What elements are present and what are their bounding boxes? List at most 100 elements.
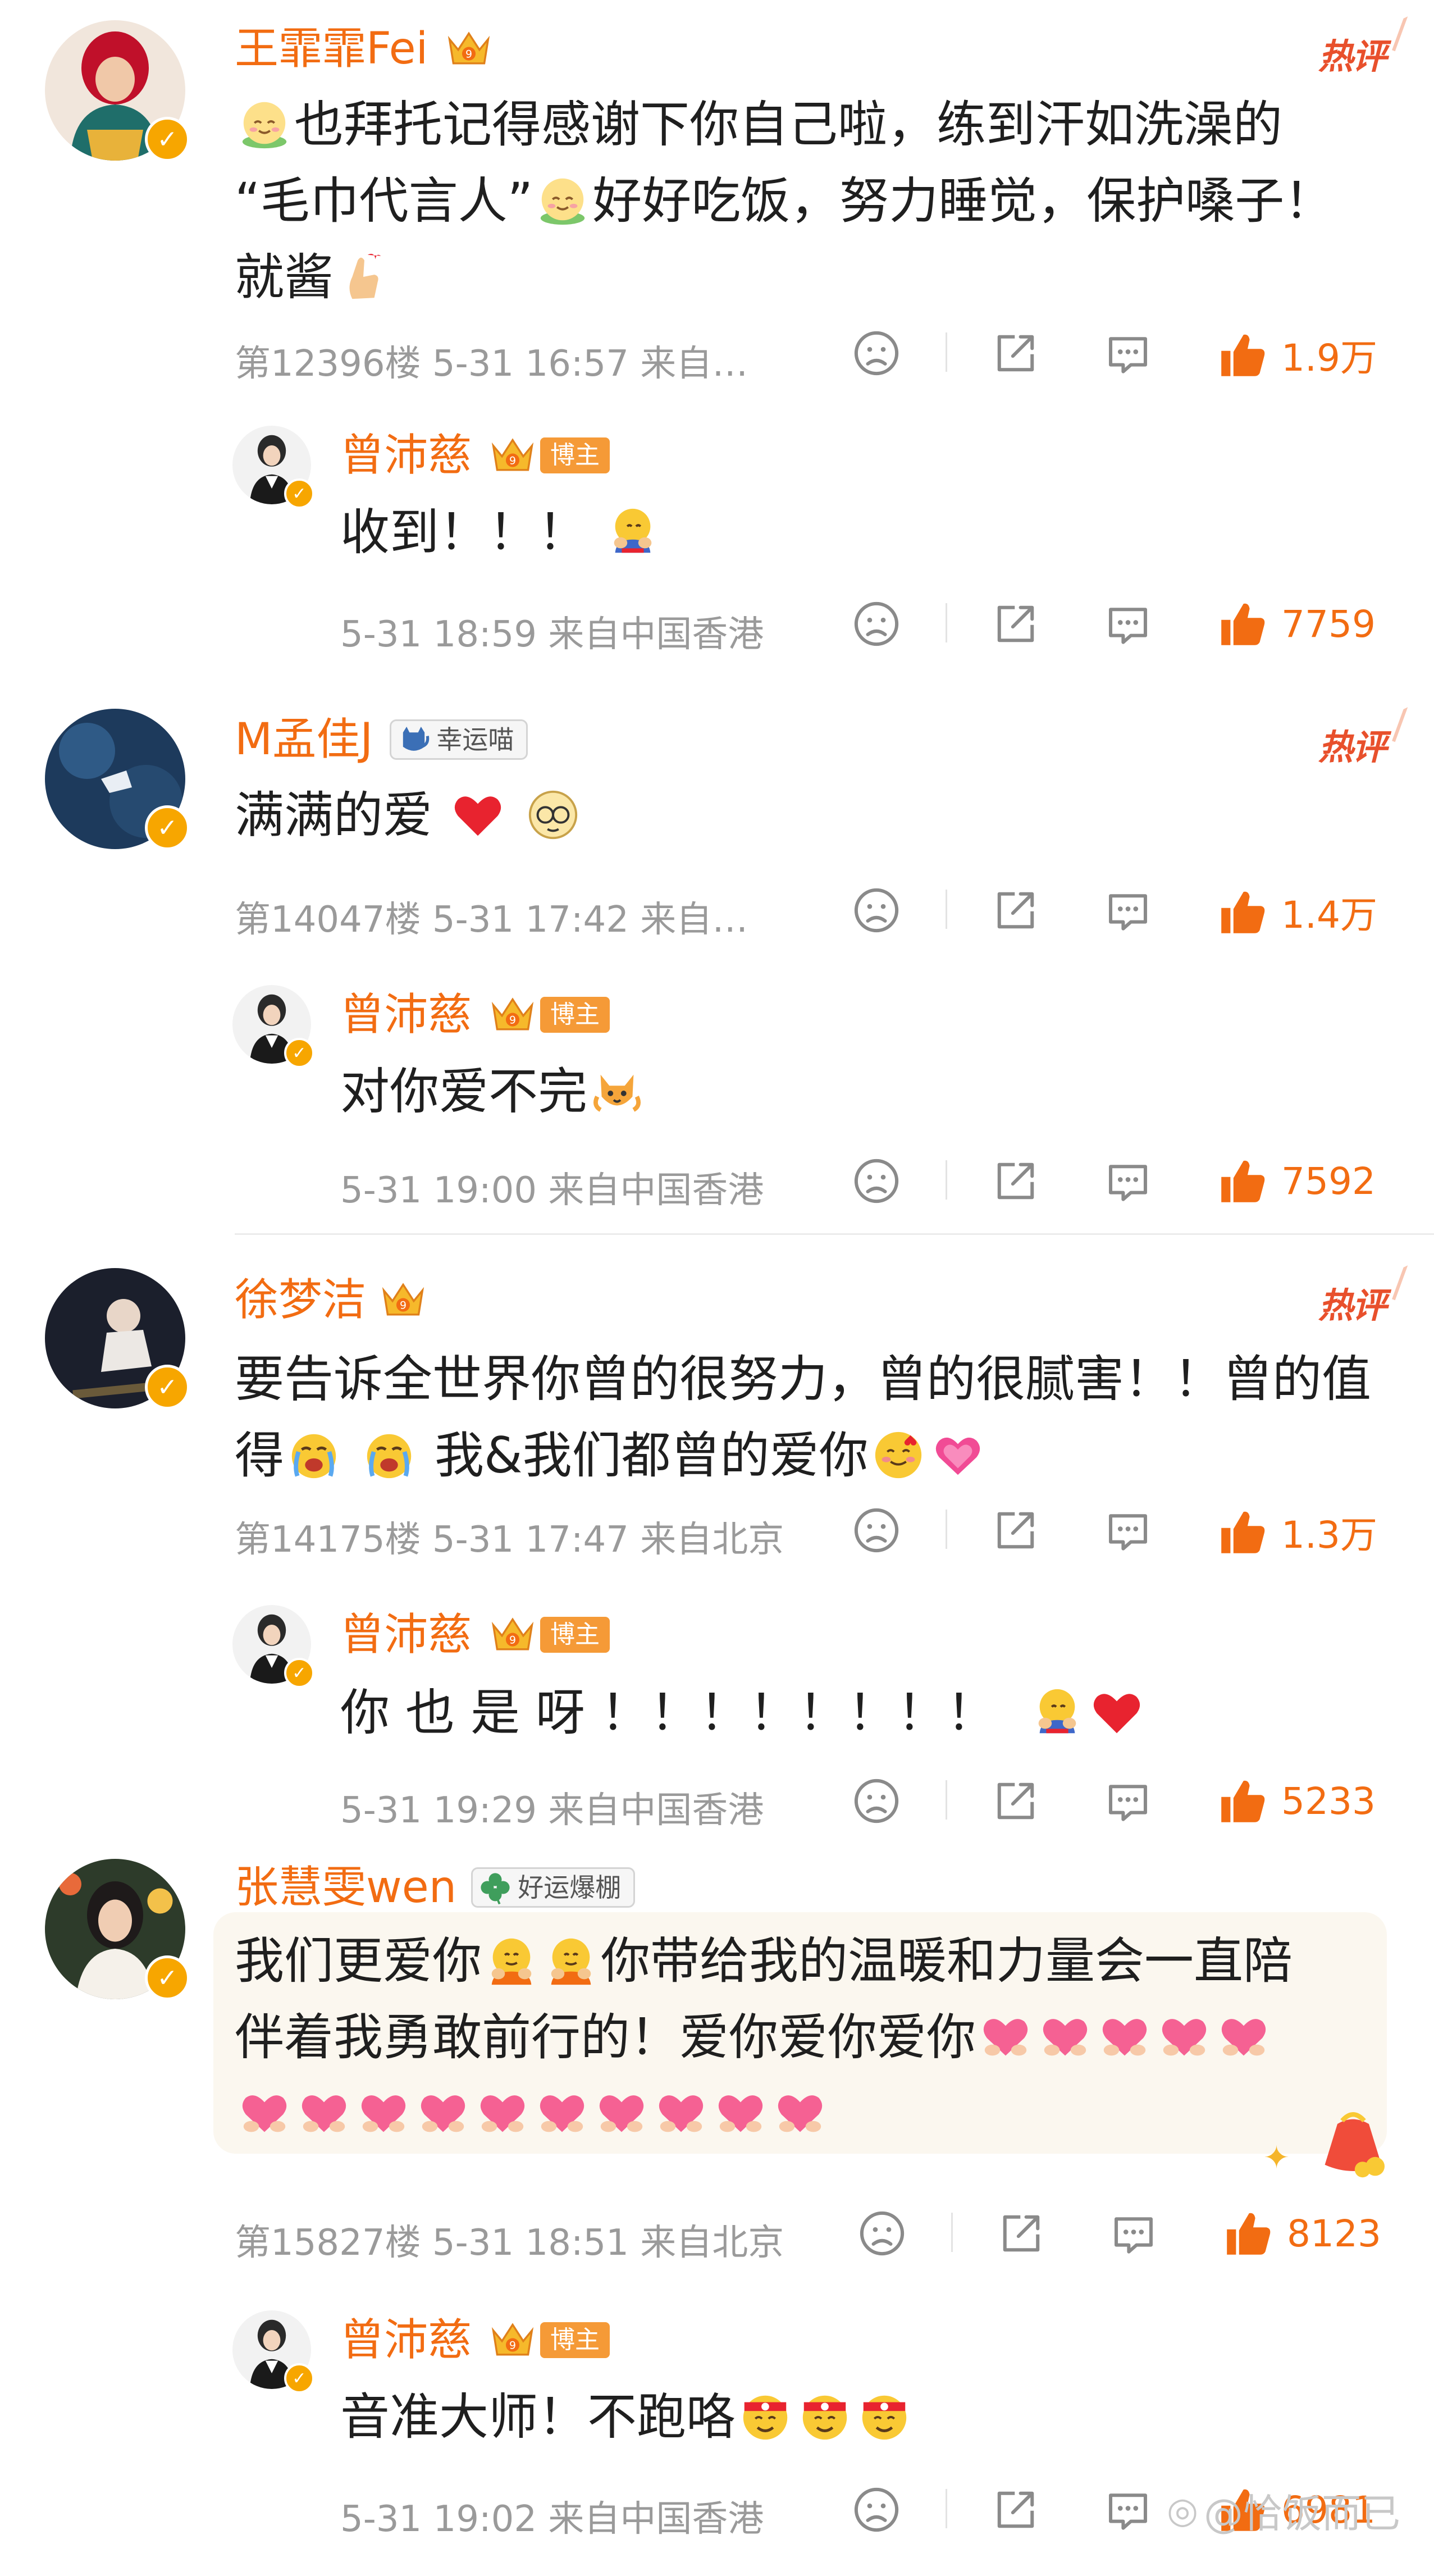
share-icon[interactable]: [997, 2209, 1045, 2258]
heart-hands-icon: [1157, 2009, 1212, 2064]
section-divider: [235, 1233, 1434, 1235]
like-button[interactable]: 8123: [1223, 2208, 1381, 2259]
shy-face-icon: [526, 787, 581, 842]
crown-icon: [376, 1276, 430, 1324]
comment-text: 也拜托记得感谢下你自己啦，练到汗如洗澡的 “毛巾代言人” 好好吃饭，努力睡觉，保护…: [235, 95, 1334, 306]
like-button[interactable]: 1.9万: [1217, 328, 1377, 382]
peach-emoji-icon: [535, 173, 590, 228]
smiling-hearts-icon: [871, 1428, 926, 1483]
crown-icon: [482, 1611, 544, 1659]
comment-text: 要告诉全世界你曾的很努力，曾的很腻害！！曾的值 得 我&我们都曾的爱你: [235, 1350, 1372, 1484]
fan-tag: 好运爆棚: [471, 1867, 636, 1908]
reply-author-name[interactable]: 曾沛慈 博主: [340, 2316, 610, 2364]
divider: [946, 1160, 947, 1200]
crown-icon: [482, 2316, 544, 2364]
comment-meta: 第15827楼 5-31 18:51 来自北京: [235, 2222, 784, 2264]
headband-face-icon: [738, 2389, 793, 2444]
sad-face-icon[interactable]: [852, 1157, 901, 1205]
hugging-face-icon: [605, 504, 660, 559]
reply-text: 音准大师！不跑咯: [340, 2379, 914, 2455]
comment-text: 满满的爱: [235, 777, 583, 854]
heart-hands-icon: [978, 2009, 1033, 2064]
comment-icon[interactable]: [1104, 886, 1152, 934]
reply-meta: 5-31 19:00 来自中国香港: [340, 1170, 764, 1211]
thumb-up-icon: [1217, 1507, 1268, 1557]
hugging-face-icon: [544, 1933, 599, 1988]
hot-comment-badge: 热评: [1318, 1277, 1387, 1328]
like-button[interactable]: 1.3万: [1217, 1505, 1377, 1559]
share-icon[interactable]: [992, 329, 1040, 377]
sad-face-icon[interactable]: [852, 1506, 901, 1554]
reply-author-name[interactable]: 曾沛慈 博主: [340, 431, 610, 480]
crown-icon: [438, 25, 500, 73]
verified-icon: ✓: [284, 1658, 314, 1688]
sad-face-icon[interactable]: [852, 1777, 901, 1825]
comment-meta: 第14047楼 5-31 17:42 来自…: [235, 899, 748, 941]
blogger-badge: 博主: [540, 437, 610, 473]
red-heart-icon: [450, 787, 505, 842]
reply-author-name[interactable]: 曾沛慈 博主: [340, 991, 610, 1039]
heart-hands-icon: [1038, 2009, 1093, 2064]
reply-like-button[interactable]: 7592: [1217, 1156, 1376, 1206]
reply-author-name[interactable]: 曾沛慈 博主: [340, 1611, 610, 1659]
sad-face-icon[interactable]: [852, 329, 901, 377]
heart-hands-icon: [237, 2086, 292, 2141]
share-icon[interactable]: [992, 886, 1040, 934]
heart-hands-icon: [773, 2086, 828, 2141]
divider: [946, 2489, 947, 2528]
reply-meta: 5-31 18:59 来自中国香港: [340, 614, 764, 655]
reply-like-button[interactable]: 7759: [1217, 599, 1376, 649]
hot-comment-badge: 热评: [1318, 28, 1387, 79]
red-heart-icon: [1089, 1685, 1144, 1740]
verified-icon: ✓: [284, 2363, 314, 2393]
comment-icon[interactable]: [1104, 329, 1152, 377]
thumb-up-icon: [1217, 887, 1268, 937]
crying-face-icon: [362, 1428, 417, 1483]
comment-icon[interactable]: [1104, 1157, 1152, 1205]
heart-hands-icon: [594, 2086, 649, 2141]
share-icon[interactable]: [992, 1777, 1040, 1825]
comment-icon[interactable]: [1104, 1506, 1152, 1554]
share-icon[interactable]: [992, 1157, 1040, 1205]
blogger-badge: 博主: [540, 2322, 610, 2358]
sad-face-icon[interactable]: [852, 886, 901, 934]
comment-icon[interactable]: [1104, 600, 1152, 648]
weibo-logo-icon: ◎: [1167, 2490, 1198, 2532]
reply-text: 你 也 是 呀 ！！！！！！！！: [340, 1675, 1147, 1751]
sad-face-icon[interactable]: [852, 600, 901, 648]
share-icon[interactable]: [992, 2486, 1040, 2534]
sad-face-icon[interactable]: [852, 2486, 901, 2534]
crown-icon: [482, 431, 544, 480]
divider: [946, 603, 947, 642]
heart-hands-icon: [1216, 2009, 1271, 2064]
thumb-up-icon: [1217, 330, 1268, 380]
author-name[interactable]: 张慧雯wen 好运爆棚: [235, 1866, 636, 1909]
heart-hands-icon: [415, 2086, 471, 2141]
like-button[interactable]: 1.4万: [1217, 885, 1377, 939]
reply-meta: 5-31 19:02 来自中国香港: [340, 2499, 764, 2540]
reply-text: 对你爱不完: [340, 1054, 647, 1130]
author-name[interactable]: 王霏霏Fei: [235, 25, 500, 73]
divider: [951, 2213, 953, 2252]
heart-hands-icon: [713, 2086, 768, 2141]
comment-icon[interactable]: [1104, 2486, 1152, 2534]
divider: [946, 332, 947, 372]
divider: [946, 1780, 947, 1820]
comment-icon[interactable]: [1109, 2209, 1158, 2258]
heart-hands-icon: [296, 2086, 351, 2141]
comment-icon[interactable]: [1104, 1777, 1152, 1825]
heart-hands-icon: [356, 2086, 411, 2141]
peach-emoji-icon: [237, 97, 292, 152]
blogger-badge: 博主: [540, 997, 610, 1033]
author-name[interactable]: 徐梦洁: [235, 1276, 430, 1324]
comment-meta: 第12396楼 5-31 16:57 来自…: [235, 343, 748, 385]
share-icon[interactable]: [992, 1506, 1040, 1554]
sad-face-icon[interactable]: [858, 2209, 906, 2258]
reply-like-button[interactable]: 5233: [1217, 1776, 1376, 1826]
share-icon[interactable]: [992, 600, 1040, 648]
verified-icon: ✓: [145, 1955, 190, 2000]
heart-hands-icon: [654, 2086, 709, 2141]
verified-icon: ✓: [145, 1365, 190, 1410]
heart-hands-icon: [535, 2086, 590, 2141]
author-name[interactable]: M孟佳J 幸运喵: [235, 718, 528, 762]
